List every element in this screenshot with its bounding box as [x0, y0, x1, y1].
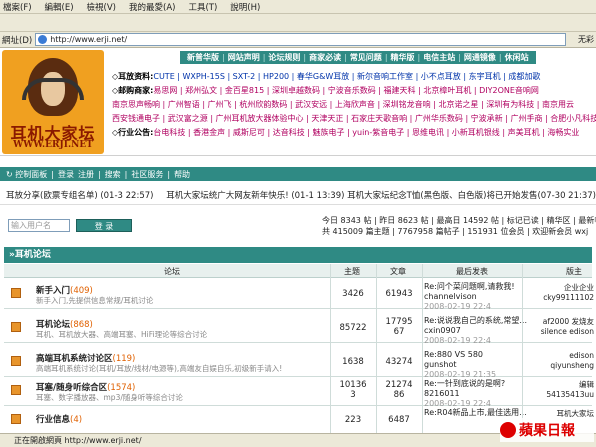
address-value: http://www.erji.net/: [50, 35, 128, 44]
username-input[interactable]: 输入用户名: [8, 219, 70, 232]
address-label: 網址(D): [2, 35, 33, 46]
nav-item[interactable]: 精华版: [391, 52, 415, 63]
stats-total: 共 415009 篇主题 | 7767958 篇帖子 | 151931 位会员 …: [322, 227, 589, 236]
apple-logo-icon: [500, 422, 516, 438]
nav-item[interactable]: 论坛规则: [268, 52, 300, 63]
partner-links: ◇耳放资料:CUTE | WXPH-15S | SXT-2 | HP200 | …: [112, 70, 596, 140]
folder-icon: [11, 385, 21, 395]
subnav-community[interactable]: 社区服务: [131, 169, 163, 180]
column-divider: [422, 264, 423, 447]
forum-posts: 21274 86: [385, 380, 413, 400]
forum-moderator[interactable]: edison qiyunsheng: [526, 351, 594, 371]
forum-desc: 耳机、耳机放大器、高端耳塞、HiFi理论等综合讨论: [36, 330, 208, 339]
links-row: 西安钱通电子 | 武汉富之源 | 广州耳机放大器体验中心 | 天津天正 | 石家…: [112, 114, 596, 123]
forum-topics: 1638: [342, 357, 364, 367]
nav-item[interactable]: 新普华版: [187, 52, 219, 63]
nav-item[interactable]: 商家必读: [309, 52, 341, 63]
address-bar: 網址(D) http://www.erji.net/ 无彩: [0, 32, 596, 48]
ie-page-icon: [38, 35, 48, 44]
forum-posts: 43274: [385, 357, 413, 367]
header-last-post: 最后发表: [456, 267, 488, 276]
menu-view[interactable]: 檢視(V): [87, 1, 116, 13]
links-row: ◇行业公告:台电科技 | 香港金声 | 威斯尼可 | 达音科技 | 魅族电子 |…: [112, 128, 580, 137]
stats-today: 今日 8343 帖 | 昨日 8623 帖 | 最高日 14592 帖 | 标记…: [322, 216, 596, 225]
top-nav: 新普华版 | 网站声明 | 论坛规则 | 商家必读 | 常见问题 | 精华版 | 电信主站 |…: [180, 51, 536, 64]
nav-item[interactable]: 休闲站: [505, 52, 529, 63]
subnav-help[interactable]: 帮助: [174, 169, 190, 180]
links-row: ◇邮购商家:易思网 | 郑州弘文 | 金百星815 | 深圳卓越数码 | 宁波音…: [112, 86, 539, 95]
address-input[interactable]: http://www.erji.net/: [35, 33, 566, 46]
forum-topics: 223: [344, 415, 362, 425]
links-row: ◇耳放资料:CUTE | WXPH-15S | SXT-2 | HP200 | …: [112, 72, 541, 81]
logo-url: WWW.ERJI.NET: [13, 140, 93, 150]
forum-row[interactable]: 高端耳机系统讨论区(119) 高端耳机系统讨论(耳机/耳放/线材/电源等),高端…: [4, 347, 594, 379]
subnav-login[interactable]: 登录: [58, 169, 74, 180]
header-topics: 主题: [344, 267, 360, 276]
announcement-right[interactable]: 耳机大家坛统广大网友新年快乐! (01-1 13:39) 耳机大家坛纪念T恤(黑…: [166, 189, 596, 201]
header-posts: 文章: [390, 267, 406, 276]
subnav-control-panel[interactable]: ↻ 控制面板: [6, 169, 47, 180]
headphone-icon: [22, 78, 84, 100]
forum-posts: 61943: [385, 289, 413, 299]
forum-last-post: Re:问个菜问题啊,请救我! channelvison 2008-02-19 22:…: [424, 282, 515, 311]
folder-icon: [11, 288, 21, 298]
forum-moderator[interactable]: 编辑 54135413uu: [526, 380, 594, 400]
browser-menubar: 檔案(F) 編輯(E) 檢視(V) 我的最愛(A) 工具(T) 說明(H): [0, 0, 596, 14]
subnav-register[interactable]: 注册: [78, 169, 94, 180]
forum-name[interactable]: 行业信息: [36, 415, 70, 425]
watermark-text: 蘋果日報: [519, 423, 575, 439]
forum-row[interactable]: 新手入门(409) 新手入门,先提供信息常规/耳机讨论 3426 61943 R…: [4, 279, 594, 311]
forum-posts: 17795 67: [385, 317, 413, 337]
nav-item[interactable]: 网通镜像: [464, 52, 496, 63]
sub-nav: ↻ 控制面板 | 登录 注册 | 搜索 | 社区服务 | 帮助: [0, 167, 596, 181]
links-row: 南京思声畅响 | 广州智语 | 广州飞 | 杭州欣韵数码 | 武汉安远 | 上海…: [112, 100, 575, 109]
site-logo[interactable]: 耳机大家坛 WWW.ERJI.NET: [2, 50, 104, 154]
forum-posts: 6487: [388, 415, 410, 425]
folder-icon: [11, 356, 21, 366]
header-moderator: 版主: [566, 267, 582, 276]
column-divider: [330, 264, 331, 447]
nav-item[interactable]: 常见问题: [350, 52, 382, 63]
menu-help[interactable]: 說明(H): [230, 1, 260, 13]
forum-moderator[interactable]: af2000 发烧友 silence edison: [526, 317, 594, 337]
newspaper-watermark: 蘋果日報: [500, 418, 594, 442]
announcement-bar: 耳放分享(欧票专组名单) (01-3 22:57) 耳机大家坛统广大网友新年快乐…: [0, 185, 596, 205]
column-divider: [376, 264, 377, 447]
login-stats-row: 输入用户名 登 录 今日 8343 帖 | 昨日 8623 帖 | 最高日 14…: [0, 212, 596, 236]
login-button[interactable]: 登 录: [76, 219, 132, 232]
site-header: 耳机大家坛 WWW.ERJI.NET 新普华版 | 网站声明 | 论坛规则 | 商家必…: [0, 48, 596, 156]
forum-last-post: Re:说说我自己的系统,常望... cxin0907 2008-02-19 22:4: [424, 316, 527, 345]
forum-desc: 耳塞、数字播放器、mp3/随身听等综合讨论: [36, 393, 183, 402]
forum-last-post: Re:R04新品上市,最佳选用...: [424, 408, 527, 417]
forum-section-title[interactable]: »耳机论坛: [4, 247, 592, 263]
address-right-text: 无彩: [578, 35, 594, 44]
folder-icon: [11, 414, 21, 424]
browser-toolbar: [0, 14, 596, 32]
menu-favorites[interactable]: 我的最愛(A): [129, 1, 175, 13]
nav-item[interactable]: 电信主站: [423, 52, 455, 63]
menu-file[interactable]: 檔案(F): [3, 1, 32, 13]
forum-desc: 新手入门,先提供信息常规/耳机讨论: [36, 296, 154, 305]
forum-topics: 10136 3: [339, 380, 367, 400]
forum-row[interactable]: 耳塞/随身听综合区(1574) 耳塞、数字播放器、mp3/随身听等综合讨论 10…: [4, 376, 594, 408]
forum-row[interactable]: 耳机论坛(868) 耳机、耳机放大器、高端耳塞、HiFi理论等综合讨论 8572…: [4, 313, 594, 345]
subnav-search[interactable]: 搜索: [105, 169, 121, 180]
folder-icon: [11, 322, 21, 332]
menu-edit[interactable]: 編輯(E): [45, 1, 74, 13]
forum-topics: 3426: [342, 289, 364, 299]
menu-tools[interactable]: 工具(T): [188, 1, 217, 13]
forum-table-header: 论坛 主题 文章 最后发表 版主: [4, 264, 592, 278]
forum-topics: 85722: [339, 323, 367, 333]
forum-desc: 高端耳机系统讨论(耳机/耳放/线材/电源等),高端友自娱自乐,初级新手请入!: [36, 364, 283, 373]
announcement-left[interactable]: 耳放分享(欧票专组名单) (01-3 22:57): [0, 189, 166, 201]
header-forum: 论坛: [164, 267, 180, 276]
forum-moderator[interactable]: 企业企业 cky99111102: [526, 283, 594, 303]
nav-item[interactable]: 网站声明: [228, 52, 260, 63]
